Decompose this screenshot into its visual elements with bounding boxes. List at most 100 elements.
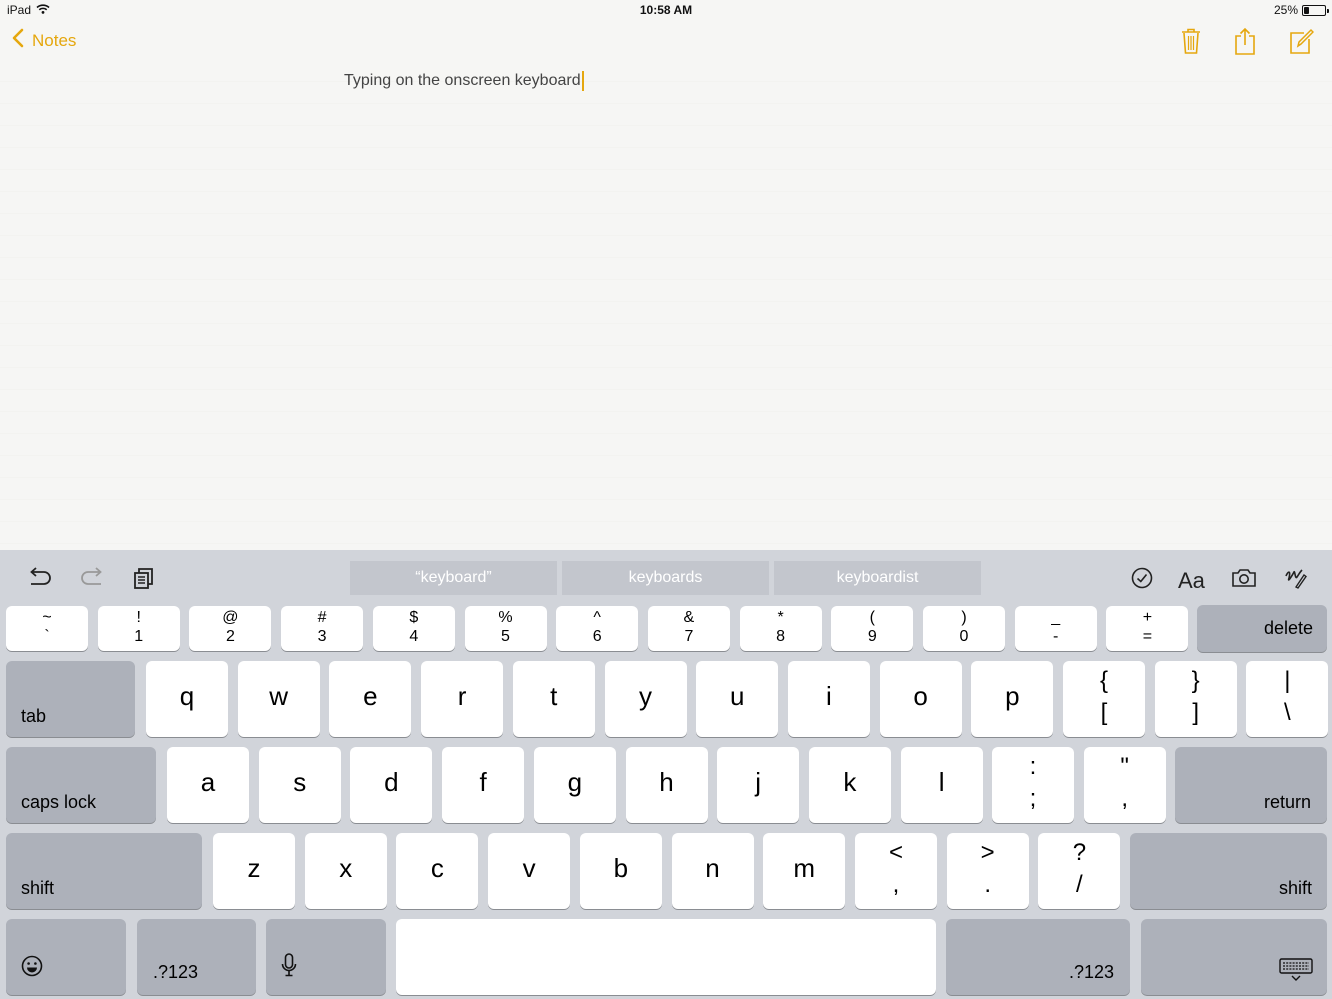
key-f-label: f [479, 767, 487, 797]
numbers-key-left[interactable]: .?123 [137, 919, 256, 995]
key-sym-z2-label-bottom: / [1076, 871, 1083, 898]
numbers-key-right[interactable]: .?123 [946, 919, 1130, 995]
key-o-label: o [913, 681, 928, 711]
key-sym-2-label-top: | [1284, 667, 1291, 694]
undo-icon[interactable] [26, 566, 54, 590]
key-u[interactable]: u [696, 661, 779, 737]
key-sym-a0[interactable]: :; [992, 747, 1074, 823]
key-i-label: i [826, 681, 832, 711]
key-`-label-top: ~ [42, 609, 52, 626]
battery-icon [1302, 4, 1329, 16]
share-icon[interactable] [1232, 27, 1258, 55]
key-w[interactable]: w [237, 661, 320, 737]
key-1[interactable]: ! 1 [97, 606, 180, 651]
key-j[interactable]: j [717, 747, 800, 823]
format-text-icon[interactable]: Aa [1178, 568, 1206, 593]
key-6[interactable]: ^ 6 [556, 606, 639, 651]
shift-left-key[interactable]: shift [6, 833, 202, 909]
sketch-icon[interactable] [1282, 566, 1310, 590]
key-6-label-bottom: 6 [592, 628, 602, 645]
key-5[interactable]: % 5 [464, 606, 547, 651]
key-t[interactable]: t [512, 661, 595, 737]
key-i[interactable]: i [787, 661, 870, 737]
suggestion-2[interactable]: keyboards [562, 561, 769, 595]
key-sym-z1-label-bottom: . [984, 871, 992, 898]
note-text: Typing on the onscreen keyboard [344, 72, 581, 89]
key-c-label: c [430, 853, 444, 883]
key-sym-a1[interactable]: ", [1083, 747, 1166, 823]
key-sym-2[interactable]: | \ [1246, 661, 1329, 737]
key-2[interactable]: @2 [189, 606, 272, 651]
emoji-key[interactable] [6, 919, 126, 995]
key-=[interactable]: + = [1106, 606, 1189, 651]
key-sym-1[interactable]: }] [1154, 661, 1237, 737]
key-v[interactable]: v [488, 833, 571, 909]
key-sym-z1[interactable]: >. [946, 833, 1029, 909]
battery-percent: 25% [1273, 3, 1298, 17]
note-text-line[interactable]: Typing on the onscreen keyboard [344, 71, 584, 91]
tab-key[interactable]: tab [6, 661, 135, 737]
key-4[interactable]: $4 [372, 606, 455, 651]
key-s[interactable]: s [258, 747, 341, 823]
key-a[interactable]: a [167, 747, 249, 823]
key-sym-z0[interactable]: <, [855, 833, 937, 909]
key-sym-a0-label-top: : [1029, 753, 1037, 780]
key-z[interactable]: z [213, 833, 295, 909]
key-g[interactable]: g [533, 747, 616, 823]
key-f[interactable]: f [442, 747, 525, 823]
key-c[interactable]: c [396, 833, 479, 909]
key-sym-z2[interactable]: ? / [1038, 833, 1121, 909]
redo-icon[interactable] [78, 566, 106, 590]
key-sym-z1-label-top: > [980, 839, 995, 866]
key-w-label: w [269, 681, 289, 711]
key-p[interactable]: p [971, 661, 1054, 737]
key-sym-a0-label-bottom: ; [1029, 785, 1037, 812]
key-0[interactable]: ) 0 [923, 606, 1005, 651]
key-sym-z0-label-bottom: , [892, 871, 900, 898]
key-7[interactable]: & 7 [647, 606, 730, 651]
suggestion-1[interactable]: “keyboard” [350, 561, 557, 595]
key-sym-z2-label-top: ? [1072, 839, 1087, 866]
back-button[interactable]: Notes [12, 28, 76, 53]
key-d[interactable]: d [350, 747, 433, 823]
key-o[interactable]: o [879, 661, 962, 737]
key-`[interactable]: ~ ` [6, 606, 88, 651]
key-l[interactable]: l [900, 747, 983, 823]
key-m[interactable]: m [763, 833, 846, 909]
suggestion-3[interactable]: keyboardist [774, 561, 981, 595]
dictation-key[interactable] [266, 919, 386, 995]
caps-lock-key[interactable]: caps lock [6, 747, 156, 823]
key-k[interactable]: k [808, 747, 891, 823]
key-5-label-top: % [498, 609, 513, 626]
key-e-label: e [363, 681, 378, 711]
key--[interactable]: _ - [1014, 606, 1097, 651]
key-b[interactable]: b [579, 833, 662, 909]
key-8[interactable]: * 8 [739, 606, 822, 651]
hide-keyboard-key[interactable] [1141, 919, 1327, 995]
key-n[interactable]: n [671, 833, 754, 909]
paste-icon[interactable] [130, 566, 158, 590]
trash-icon[interactable] [1178, 27, 1204, 55]
key-x[interactable]: x [304, 833, 387, 909]
checklist-icon[interactable] [1128, 566, 1156, 590]
emoji-icon [20, 954, 44, 983]
key-2-label-top: @ [222, 609, 239, 626]
key-h[interactable]: h [625, 747, 708, 823]
delete-key[interactable]: delete [1197, 605, 1327, 652]
shift-right-key[interactable]: shift [1130, 833, 1327, 909]
key-e[interactable]: e [329, 661, 412, 737]
return-key[interactable]: return [1175, 747, 1327, 823]
note-body[interactable]: Typing on the onscreen keyboard [0, 60, 1332, 550]
compose-icon[interactable] [1288, 27, 1315, 55]
key-sym-0[interactable]: {[ [1063, 661, 1145, 737]
camera-icon[interactable] [1230, 566, 1258, 590]
key-5-label-bottom: 5 [501, 628, 510, 645]
space-key[interactable] [396, 919, 936, 995]
key-y[interactable]: y [604, 661, 687, 737]
key-3[interactable]: #3 [281, 606, 364, 651]
key-q[interactable]: q [146, 661, 228, 737]
key-r[interactable]: r [421, 661, 504, 737]
key-9[interactable]: (9 [831, 606, 914, 651]
key-v-label: v [522, 853, 536, 883]
key-m-label: m [793, 853, 816, 883]
